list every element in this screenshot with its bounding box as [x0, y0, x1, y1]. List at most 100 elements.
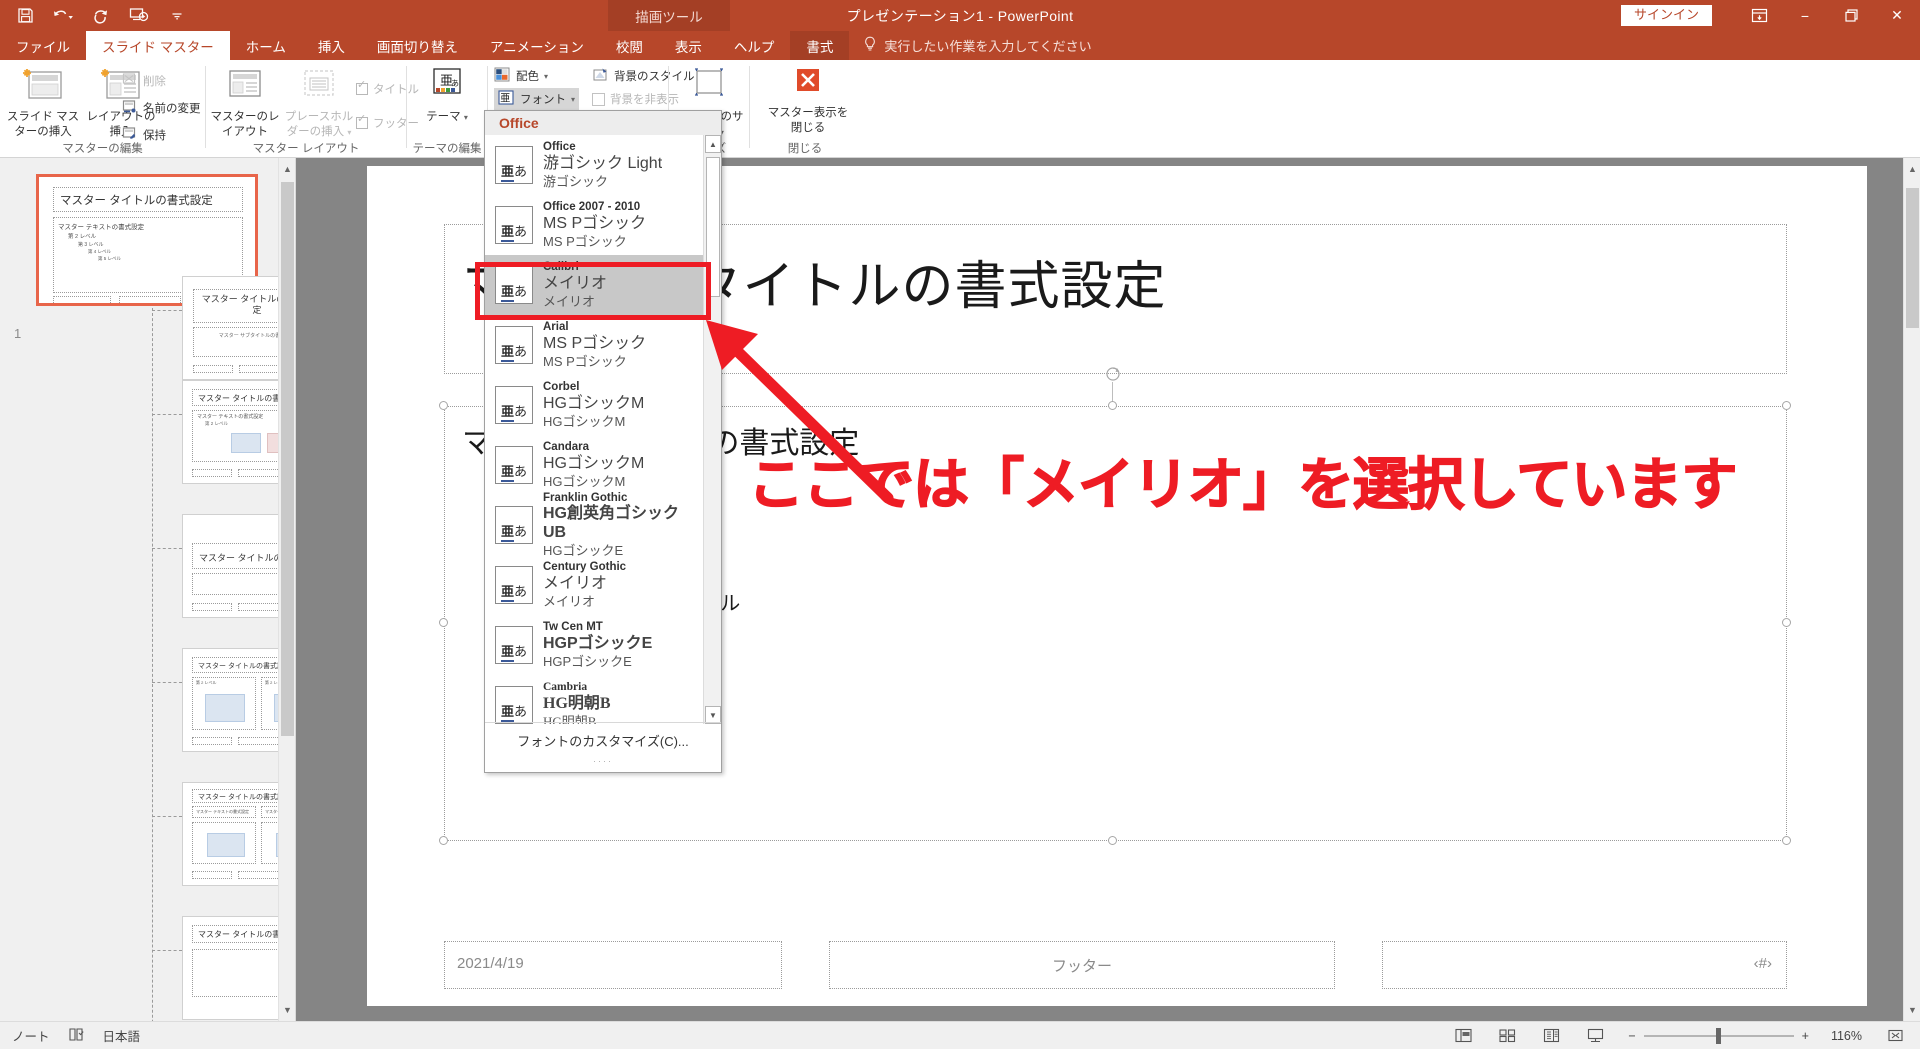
colors-icon	[494, 67, 511, 86]
thumb-left-l1: 第 2 レベル	[196, 680, 216, 686]
font-dropdown-scroll-thumb[interactable]	[706, 157, 720, 297]
font-item-major: 游ゴシック Light	[543, 155, 662, 174]
thumb-body-l1: マスター テキストの書式設定	[58, 221, 144, 231]
thumbnail-scroll-thumb[interactable]	[281, 182, 294, 736]
tab-transitions[interactable]: 画面切り替え	[361, 31, 474, 60]
tab-file[interactable]: ファイル	[0, 31, 86, 60]
tab-animations[interactable]: アニメーション	[474, 31, 600, 60]
slide-scroll-thumb[interactable]	[1906, 188, 1919, 328]
font-item-cambria[interactable]: 亜あ Cambria HG明朝B HG明朝B	[485, 675, 705, 724]
rename-master-button[interactable]: 名前の変更	[122, 97, 201, 119]
font-item-major: MS Pゴシック	[543, 215, 646, 234]
ribbon-tab-strip: ファイル スライド マスター ホーム 挿入 画面切り替え アニメーション 校閲 …	[0, 31, 1920, 60]
resize-handle-bottom-center[interactable]	[1108, 836, 1117, 845]
language-indicator[interactable]: 日本語	[103, 1026, 141, 1045]
scroll-down-arrow-icon[interactable]: ▼	[1904, 999, 1920, 1021]
annotation-callout-text: ここでは「メイリオ」を選択しています	[748, 440, 1736, 521]
zoom-in-button[interactable]: +	[1802, 1029, 1809, 1043]
font-item-minor: HGPゴシックE	[543, 654, 652, 669]
font-item-office[interactable]: 亜あ Office 游ゴシック Light 游ゴシック	[485, 135, 705, 195]
resize-handle-middle-right[interactable]	[1782, 618, 1791, 627]
scroll-up-arrow-icon[interactable]: ▲	[1904, 158, 1920, 180]
insert-placeholder-button[interactable]: プレースホルダーの挿入 ▾	[280, 66, 358, 139]
zoom-slider[interactable]: − +	[1628, 1029, 1809, 1043]
thumb-body-l4: 第 4 レベル	[88, 249, 111, 255]
customize-fonts-footer[interactable]: フォントのカスタマイズ(C)... ····	[485, 722, 721, 772]
delete-master-button[interactable]: 削除	[122, 70, 166, 92]
scroll-up-arrow-icon[interactable]: ▲	[279, 158, 296, 180]
slide-area-scrollbar[interactable]: ▲ ▼	[1903, 158, 1920, 1021]
tab-home[interactable]: ホーム	[230, 31, 302, 60]
thumb-title-text: マスター タイトルの書式設定	[198, 792, 291, 802]
resize-handle-top-left[interactable]	[439, 401, 448, 410]
tab-slide-master[interactable]: スライド マスター	[86, 31, 230, 60]
themes-icon: 亜あ	[408, 66, 486, 106]
master-layout-button[interactable]: マスターのレイアウト	[206, 66, 284, 139]
theme-colors-button[interactable]: 配色 ▾	[494, 65, 548, 87]
sign-in-button[interactable]: サインイン	[1621, 5, 1712, 26]
tab-view[interactable]: 表示	[659, 31, 718, 60]
thumb-left-heading-box: マスター テキストの書式設定	[192, 806, 256, 818]
font-item-century-gothic[interactable]: 亜あ Century Gothic メイリオ メイリオ	[485, 555, 705, 615]
font-preview-swatch: 亜あ	[495, 206, 533, 244]
font-item-minor: HGゴシックM	[543, 414, 644, 429]
zoom-thumb[interactable]	[1716, 1028, 1721, 1044]
ribbon: スライド マスターの挿入 レイアウトの挿入 削除 名前の変更	[0, 60, 1920, 158]
reading-view-icon[interactable]	[1540, 1026, 1562, 1046]
normal-view-icon[interactable]	[1452, 1026, 1474, 1046]
minimize-button[interactable]: −	[1782, 0, 1828, 31]
hide-background-graphics-checkbox[interactable]: 背景を非表示	[592, 88, 679, 110]
group-title-master-layout: マスター レイアウト	[206, 140, 406, 156]
resize-grip-icon[interactable]: ····	[485, 756, 721, 766]
font-item-name: Candara	[543, 441, 644, 455]
font-item-minor: MS Pゴシック	[543, 234, 646, 249]
group-title-edit-theme: テーマの編集	[407, 140, 487, 156]
group-title-edit-master: マスターの編集	[0, 140, 205, 156]
insert-slide-master-button[interactable]: スライド マスターの挿入	[4, 66, 82, 139]
thumb-date-box	[192, 603, 232, 611]
tell-me-search[interactable]: 実行したい作業を入力してください	[849, 31, 1091, 60]
rotate-handle-icon[interactable]	[1105, 366, 1121, 382]
resize-handle-middle-left[interactable]	[439, 618, 448, 627]
insert-slide-master-icon	[4, 66, 82, 106]
font-item-name: Century Gothic	[543, 561, 626, 575]
scroll-down-arrow-icon[interactable]: ▼	[279, 999, 296, 1021]
tab-help[interactable]: ヘルプ	[718, 31, 791, 60]
resize-handle-top-right[interactable]	[1782, 401, 1791, 410]
close-button[interactable]: ✕	[1874, 0, 1920, 31]
slide-sorter-icon[interactable]	[1496, 1026, 1518, 1046]
fit-slide-icon[interactable]	[1884, 1026, 1906, 1046]
slideshow-icon[interactable]	[1584, 1026, 1606, 1046]
resize-handle-bottom-right[interactable]	[1782, 836, 1791, 845]
thumb-footer-box	[238, 737, 280, 745]
zoom-level-label[interactable]: 116%	[1831, 1029, 1862, 1043]
ribbon-display-options-icon[interactable]	[1736, 0, 1782, 31]
delete-label: 削除	[143, 73, 166, 89]
tab-format[interactable]: 書式	[790, 31, 849, 60]
tab-review[interactable]: 校閲	[600, 31, 659, 60]
slide-thumbnail-pane[interactable]: 1 マスター タイトルの書式設定 マスター テキストの書式設定 第 2 レベル …	[0, 158, 296, 1021]
thumb-footer-box	[238, 469, 280, 477]
zoom-out-button[interactable]: −	[1628, 1029, 1635, 1043]
theme-fonts-button[interactable]: 亜 フォント ▾	[494, 88, 579, 110]
resize-handle-top-center[interactable]	[1108, 401, 1117, 410]
font-item-office-2007-2010[interactable]: 亜あ Office 2007 - 2010 MS Pゴシック MS Pゴシック	[485, 195, 705, 255]
ribbon-group-edit-theme: 亜あ テーマ ▾ テーマの編集	[407, 60, 487, 158]
close-master-view-button[interactable]: マスター表示を閉じる	[766, 66, 850, 135]
font-item-tw-cen-mt[interactable]: 亜あ Tw Cen MT HGPゴシックE HGPゴシックE	[485, 615, 705, 675]
notes-button[interactable]: ノート	[12, 1026, 50, 1045]
chevron-down-icon: ▾	[544, 72, 548, 81]
maximize-restore-button[interactable]	[1828, 0, 1874, 31]
scroll-up-arrow-icon[interactable]: ▲	[705, 135, 721, 153]
font-item-major: HGゴシックM	[543, 395, 644, 414]
thumbnail-pane-scrollbar[interactable]: ▲ ▼	[278, 158, 295, 1021]
tree-branch-2	[152, 414, 182, 415]
font-preview-swatch: 亜あ	[495, 686, 533, 724]
tree-branch-4	[152, 682, 182, 683]
font-item-major: メイリオ	[543, 275, 607, 294]
themes-button[interactable]: 亜あ テーマ ▾	[408, 66, 486, 125]
resize-handle-bottom-left[interactable]	[439, 836, 448, 845]
zoom-track[interactable]	[1644, 1035, 1794, 1037]
tab-insert[interactable]: 挿入	[302, 31, 361, 60]
accessibility-icon[interactable]	[68, 1027, 85, 1045]
